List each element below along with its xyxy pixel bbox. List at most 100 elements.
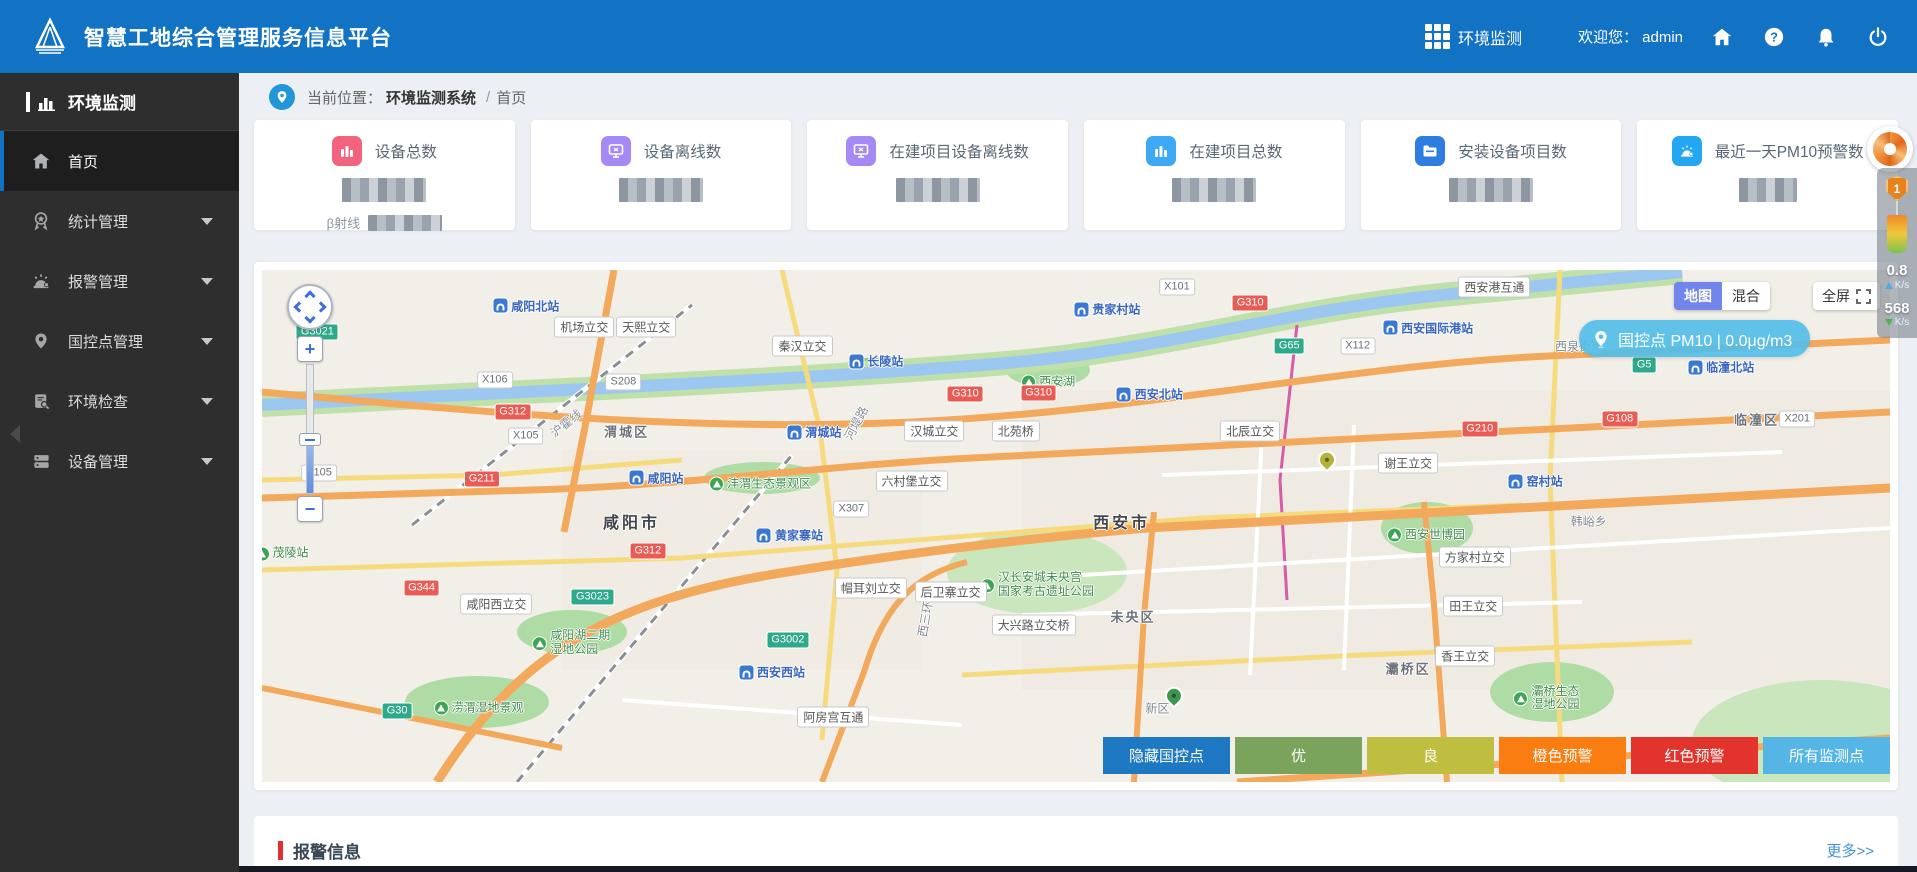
map-label: 渭城站 [786, 424, 841, 441]
power-icon[interactable] [1865, 24, 1891, 50]
medal-icon [30, 210, 52, 232]
map-type-map-button[interactable]: 地图 [1674, 282, 1722, 310]
stat-card-project-device-offline: 在建项目设备离线数 [807, 120, 1069, 230]
stat-card-device-offline: 设备离线数 [530, 120, 792, 230]
map-label: 未央区 [1110, 609, 1156, 625]
more-link[interactable]: 更多>> [1826, 840, 1874, 861]
stat-card-title: 设备离线数 [643, 144, 722, 161]
home-icon[interactable] [1709, 24, 1735, 50]
map-label: 黄家寨站 [755, 527, 823, 544]
map-label: 帽耳刘立交 [834, 577, 907, 599]
page-title: 智慧工地综合管理服务信息平台 [84, 26, 392, 50]
legend-button[interactable]: 隐藏国控点 [1103, 737, 1230, 774]
map-label: 新区 [1145, 701, 1170, 716]
chevron-down-icon [201, 397, 213, 405]
bar-chart-icon [1146, 136, 1177, 166]
map-pan-compass[interactable] [287, 284, 333, 330]
park-icon [1387, 527, 1403, 543]
zoom-slider-track[interactable] [299, 364, 321, 494]
pm10-tooltip[interactable]: 国控点 PM10 | 0.0μg/m3 [1579, 320, 1811, 357]
map-label: 大兴路立交桥 [991, 614, 1076, 636]
pm10-tooltip-text: 国控点 PM10 | 0.0μg/m3 [1618, 332, 1793, 350]
stat-card-title: 最近一天PM10预警数 [1714, 144, 1864, 161]
road-badge: X307 [833, 500, 870, 518]
stat-cards-row: 设备总数 β射线 设备离线数 在建项目设备离线数 在建项目总数 安装设备项目数 [254, 120, 1899, 231]
bell-icon[interactable] [1813, 24, 1839, 50]
map-label: 韩峪乡 [1570, 514, 1607, 529]
map-label: 西安西站 [738, 664, 805, 681]
map-label: 咸阳站 [628, 469, 683, 486]
sidebar-collapse-icon[interactable] [10, 425, 20, 443]
map-label: 阿房宫互通 [797, 706, 870, 728]
park-icon [1513, 691, 1529, 707]
map-card: 咸阳北站 贵家村站 西安北站 西安国际港站 临潼北站 窑村站 长陵站 渭城站 咸阳站 黄家寨站 西安… [254, 262, 1898, 790]
legend-button[interactable]: 良 [1367, 737, 1494, 774]
legend-button[interactable]: 所有监测点 [1763, 737, 1890, 774]
road-badge: G344 [403, 579, 440, 597]
zoom-out-button[interactable]: − [297, 496, 323, 522]
module-switcher[interactable]: 环境监测 [1424, 24, 1522, 49]
stat-card-subline-label: β射线 [326, 216, 361, 231]
stat-card-title: 在建项目总数 [1189, 144, 1283, 161]
metro-station-icon [1507, 473, 1524, 490]
map-label: 后卫寨立交 [914, 581, 987, 603]
chevron-down-icon [201, 457, 213, 465]
legend-button[interactable]: 红色预警 [1631, 737, 1758, 774]
map-label: 咸阳北站 [492, 297, 559, 314]
chevron-down-icon [201, 277, 213, 285]
breadcrumb-system: 环境监测系统 [386, 89, 477, 107]
metro-station-icon [738, 664, 755, 681]
zoom-in-button[interactable]: + [297, 336, 323, 362]
map-zoom-control: + − [297, 336, 323, 522]
redacted-value [368, 214, 443, 231]
stat-card-device-total: 设备总数 β射线 [254, 120, 515, 231]
stat-card-title: 设备总数 [374, 144, 437, 161]
metro-station-icon [755, 527, 772, 544]
stat-card-installed-projects: 安装设备项目数 [1360, 120, 1622, 230]
document-search-icon [30, 390, 52, 412]
module-label: 环境监测 [1457, 30, 1522, 48]
sidebar-item-home[interactable]: 首页 [0, 131, 239, 191]
road-badge: G65 [1273, 337, 1305, 355]
sidebar-item-label: 环境检查 [68, 393, 129, 411]
road-badge: G30 [381, 702, 413, 720]
download-speed: 568 [1884, 299, 1910, 317]
zoom-slider-fill [307, 441, 313, 493]
sidebar-item-statistics[interactable]: 统计管理 [0, 191, 239, 251]
road-badge: G312 [494, 403, 532, 421]
metro-station-icon [1382, 319, 1399, 336]
map-label: 西安国际港站 [1382, 319, 1473, 336]
map-label: 六村堡立交 [875, 470, 948, 492]
home-icon [30, 150, 52, 172]
sidebar-item-inspection[interactable]: 环境检查 [0, 371, 239, 431]
zoom-slider-handle[interactable] [299, 433, 321, 446]
sidebar-item-devices[interactable]: 设备管理 [0, 431, 239, 491]
username: admin [1642, 29, 1683, 46]
shield-badge[interactable]: 1 [1886, 176, 1908, 201]
road-badge: X101 [1159, 278, 1195, 296]
map-type-hybrid-button[interactable]: 混合 [1722, 282, 1770, 310]
legend-button[interactable]: 优 [1235, 737, 1362, 774]
map-label: 香王立交 [1435, 645, 1496, 667]
redacted-value [619, 178, 703, 202]
legend-button[interactable]: 橙色预警 [1499, 737, 1626, 774]
signal-gradient-bar [1887, 215, 1907, 253]
map-label: 咸阳西立交 [460, 593, 533, 615]
sidebar-item-alarm[interactable]: 报警管理 [0, 251, 239, 311]
map-label: 灞桥区 [1385, 661, 1431, 677]
grid-icon [1424, 24, 1450, 49]
sidebar-item-national-points[interactable]: 国控点管理 [0, 311, 239, 371]
map-label: 北苑桥 [991, 420, 1040, 442]
park-icon [709, 476, 725, 492]
map-label: 渭城区 [604, 424, 650, 440]
map-label: 贵家村站 [1073, 301, 1140, 318]
sidebar-item-label: 报警管理 [68, 273, 129, 291]
road-badge: G211 [463, 470, 500, 488]
map-label: 机场立交 [554, 316, 615, 338]
road-badge: G3002 [766, 631, 810, 649]
road-badge: G210 [1461, 420, 1499, 438]
help-icon[interactable]: ? [1761, 24, 1787, 50]
speed-monitor-logo-icon[interactable] [1867, 126, 1913, 172]
monitor-x-icon [846, 136, 877, 166]
map-canvas[interactable]: 咸阳北站 贵家村站 西安北站 西安国际港站 临潼北站 窑村站 长陵站 渭城站 咸阳站 黄家寨站 西安… [262, 270, 1890, 782]
